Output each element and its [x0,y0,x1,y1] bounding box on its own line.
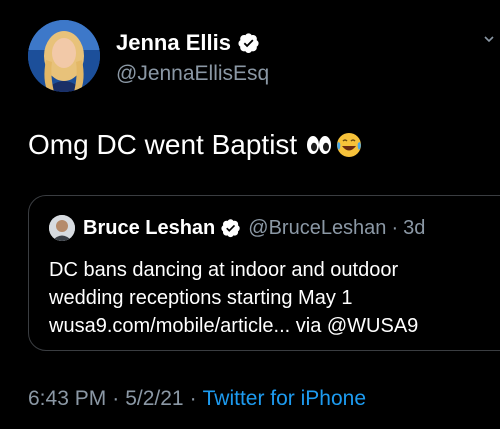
quoted-tweet-header: Bruce Leshan @BruceLeshan · 3d [49,215,425,241]
quoted-author-display-name[interactable]: Bruce Leshan [83,217,215,240]
tweet[interactable]: Jenna Ellis @JennaEllisEsq Omg DC went B… [0,0,500,429]
tweet-time[interactable]: 6:43 PM [28,387,106,411]
face-with-tears-of-joy-icon [337,133,362,157]
tweet-date[interactable]: 5/2/21 [125,387,183,411]
quoted-author-avatar-image [49,215,75,241]
eyes-emoji-icon [307,136,332,154]
quoted-verified-badge-icon [221,219,241,238]
quoted-text-line: DC bans dancing at indoor and outdoor [49,259,399,281]
author-avatar-image [28,20,100,92]
author-header: Jenna Ellis @JennaEllisEsq [116,30,269,86]
author-avatar[interactable] [28,20,100,92]
tweet-metadata: 6:43 PM · 5/2/21 · Twitter for iPhone [28,387,366,411]
quoted-author-avatar[interactable] [49,215,75,241]
tweet-source-link[interactable]: Twitter for iPhone [203,387,366,411]
quoted-tweet-text: DC bans dancing at indoor and outdoor we… [49,256,489,340]
author-handle[interactable]: @JennaEllisEsq [116,62,269,86]
quoted-author-handle[interactable]: @BruceLeshan [248,217,386,240]
quoted-text-line: wusa9.com/mobile/article... via @WUSA9 [49,315,419,337]
meta-separator: · [189,387,197,410]
verified-badge-icon [238,33,259,54]
quoted-separator: · [391,216,399,239]
tweet-text: Omg DC went Baptist [28,129,298,160]
tweet-body: Omg DC went Baptist [28,129,363,161]
quoted-timestamp[interactable]: 3d [403,217,425,240]
chevron-down-icon[interactable] [484,34,494,44]
meta-separator: · [112,387,120,410]
quoted-tweet-card[interactable]: Bruce Leshan @BruceLeshan · 3d DC bans d… [28,195,500,351]
author-display-name[interactable]: Jenna Ellis [116,30,231,56]
quoted-text-line: wedding receptions starting May 1 [49,287,353,309]
